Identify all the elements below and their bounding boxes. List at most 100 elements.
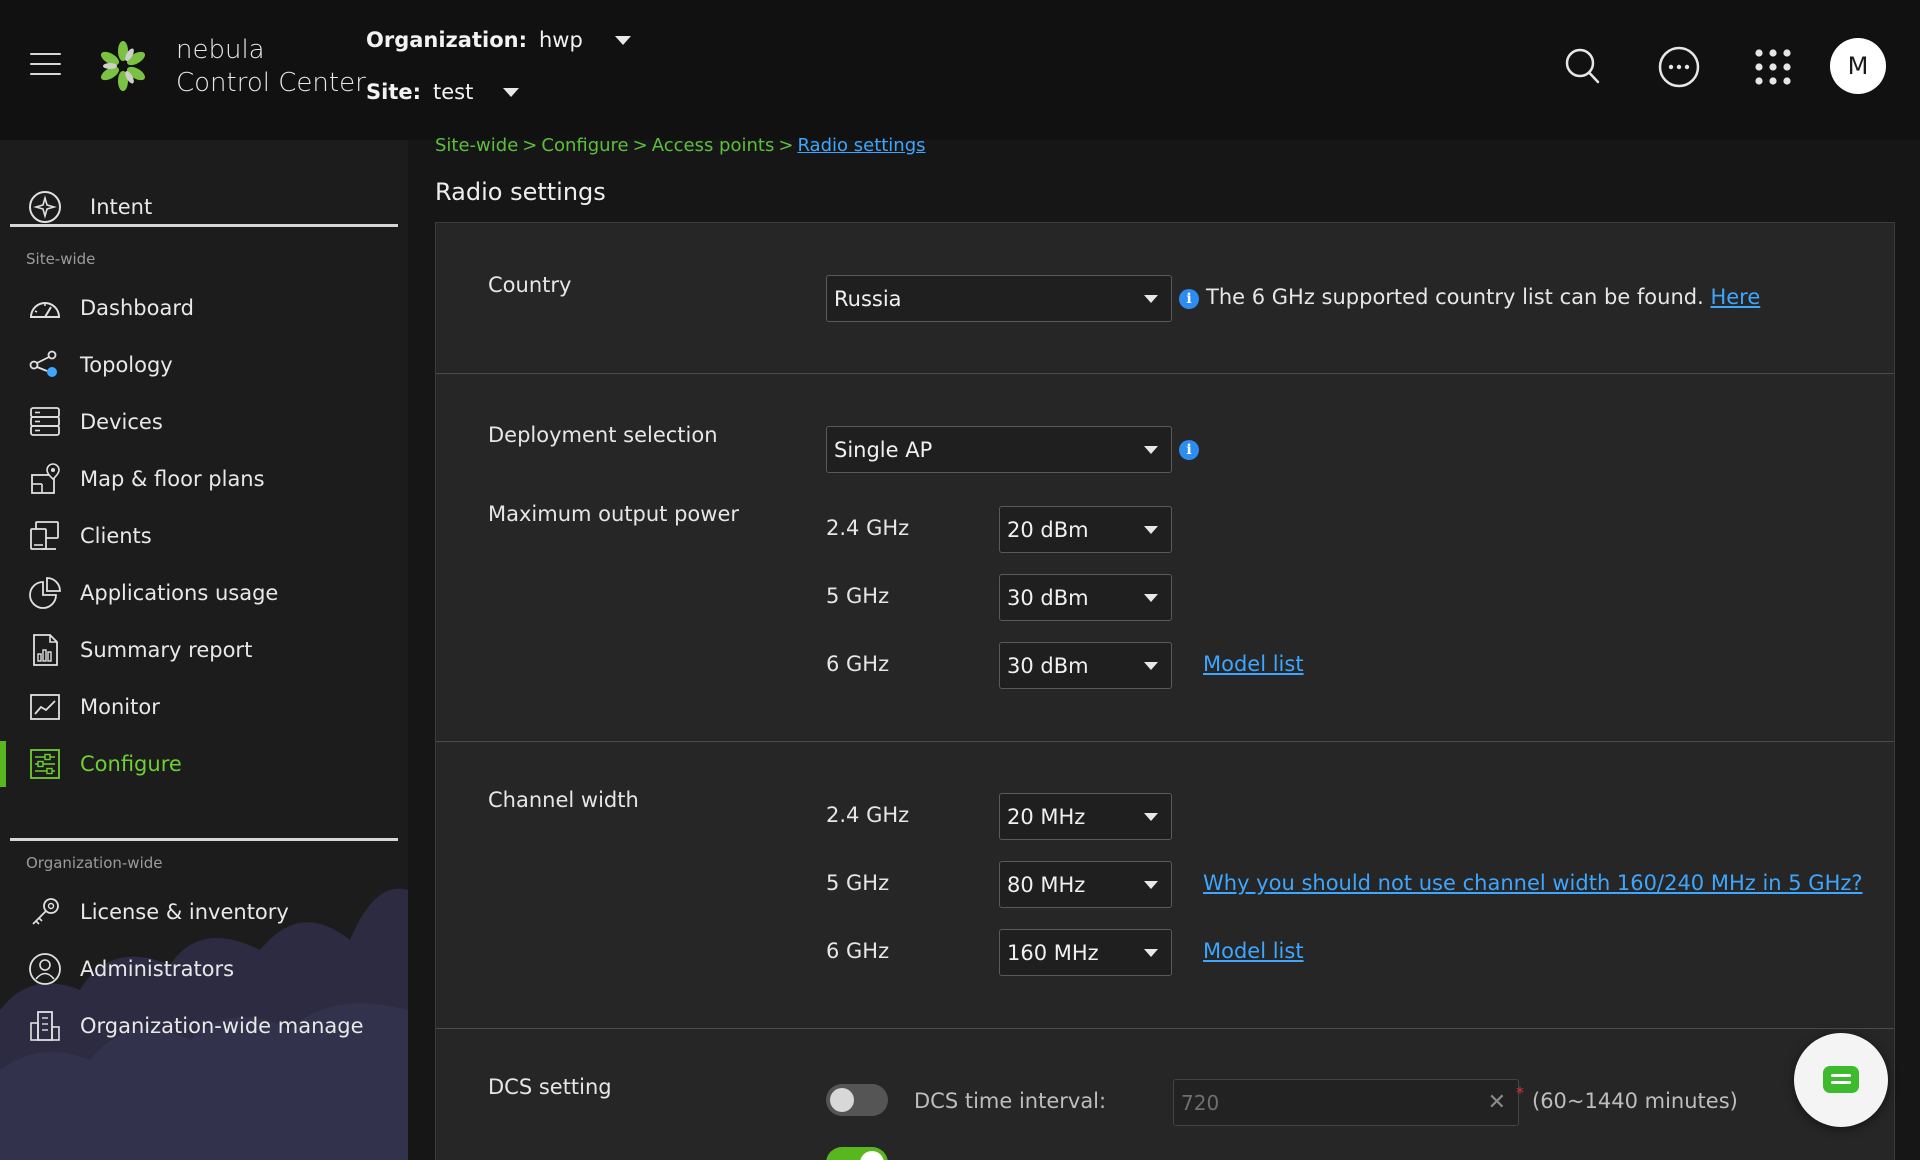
dcs-schedule-toggle[interactable] — [826, 1147, 888, 1160]
hamburger-menu-icon[interactable] — [30, 53, 61, 75]
site-label: Site: — [366, 80, 422, 104]
output-power-5-dropdown[interactable]: 30 dBm — [999, 574, 1172, 621]
output-power-6-dropdown[interactable]: 30 dBm — [999, 642, 1172, 689]
channel-width-5ghz-info-link[interactable]: Why you should not use channel width 160… — [1203, 871, 1863, 895]
clients-icon — [30, 521, 59, 550]
clear-icon[interactable]: ✕ — [1488, 1090, 1506, 1115]
output-power-2-4-dropdown[interactable]: 20 dBm — [999, 506, 1172, 553]
breadcrumb-radio-settings[interactable]: Radio settings — [797, 135, 925, 156]
output-power-model-list-link[interactable]: Model list — [1203, 652, 1304, 676]
sidebar-item-map-floor-plans[interactable]: Map & floor plans — [0, 454, 408, 504]
sidebar-item-label: Intent — [90, 195, 153, 219]
sidebar-item-summary-report[interactable]: Summary report — [0, 625, 408, 675]
breadcrumb: Site-wide > Configure > Access points > Radio … — [435, 135, 926, 156]
dcs-setting-label: DCS setting — [488, 1075, 612, 1099]
section-divider — [436, 1028, 1894, 1029]
output-power-band-2-4: 2.4 GHz — [826, 516, 910, 540]
key-icon — [32, 898, 59, 925]
caret-down-icon — [1144, 813, 1158, 821]
breadcrumb-separator: > — [522, 135, 538, 156]
map-icon — [31, 463, 60, 494]
caret-down-icon — [1144, 594, 1158, 602]
dcs-interval-input[interactable]: 720 ✕ — [1173, 1079, 1519, 1126]
sidebar-item-topology[interactable]: Topology — [0, 340, 408, 390]
dropdown-value: 20 MHz — [1007, 804, 1086, 829]
user-avatar[interactable]: M — [1830, 38, 1886, 94]
breadcrumb-configure[interactable]: Configure — [541, 135, 628, 156]
output-power-band-5: 5 GHz — [826, 584, 890, 608]
info-icon[interactable]: i — [1179, 440, 1199, 460]
breadcrumb-site-wide[interactable]: Site-wide — [435, 135, 518, 156]
active-indicator — [0, 741, 6, 787]
country-dropdown[interactable]: Russia — [826, 275, 1172, 322]
building-icon — [30, 1011, 60, 1041]
organization-label: Organization: — [366, 28, 527, 52]
organization-selector[interactable]: Organization: hwp — [366, 28, 631, 52]
section-label-organization-wide: Organization-wide — [26, 854, 163, 872]
channel-width-band-2-4: 2.4 GHz — [826, 803, 910, 827]
monitor-icon — [30, 694, 60, 720]
more-options-icon[interactable] — [1656, 44, 1702, 90]
country-value: Russia — [834, 286, 902, 311]
channel-width-2-4-dropdown[interactable]: 20 MHz — [999, 793, 1172, 840]
topology-icon — [29, 350, 57, 377]
dropdown-value: 160 MHz — [1007, 940, 1099, 965]
info-icon[interactable]: i — [1179, 289, 1199, 309]
breadcrumb-separator: > — [778, 135, 794, 156]
brand-line-2: Control Center — [176, 68, 366, 98]
channel-width-band-5: 5 GHz — [826, 871, 890, 895]
sidebar-item-organization-wide-manage[interactable]: Organization-wide manage — [0, 1001, 408, 1051]
report-icon — [33, 634, 58, 666]
country-here-link[interactable]: Here — [1710, 285, 1760, 309]
chat-bubble-icon — [1823, 1066, 1859, 1093]
country-hint-text: The 6 GHz supported country list can be … — [1206, 285, 1704, 309]
sidebar-item-label: Organization-wide manage — [80, 1014, 364, 1038]
caret-down-icon — [1144, 949, 1158, 957]
section-divider — [436, 741, 1894, 742]
caret-down-icon — [1144, 526, 1158, 534]
toggle-knob — [830, 1088, 854, 1112]
dropdown-value: 30 dBm — [1007, 585, 1089, 610]
deployment-dropdown[interactable]: Single AP — [826, 426, 1172, 473]
channel-width-model-list-link[interactable]: Model list — [1203, 939, 1304, 963]
caret-down-icon — [1144, 881, 1158, 889]
sidebar-item-label: Dashboard — [80, 296, 194, 320]
sidebar-item-label: Summary report — [80, 638, 253, 662]
output-power-label: Maximum output power — [488, 502, 739, 526]
channel-width-5-dropdown[interactable]: 80 MHz — [999, 861, 1172, 908]
page-title: Radio settings — [435, 178, 606, 206]
site-selector[interactable]: Site: test — [366, 80, 520, 104]
dashboard-icon — [29, 302, 61, 318]
settings-panel: Country Russia i The 6 GHz supported cou… — [435, 222, 1895, 1160]
sidebar-item-label: Clients — [80, 524, 152, 548]
breadcrumb-access-points[interactable]: Access points — [652, 135, 775, 156]
dcs-toggle[interactable] — [826, 1084, 888, 1116]
sidebar-item-monitor[interactable]: Monitor — [0, 682, 408, 732]
chat-support-button[interactable] — [1794, 1033, 1888, 1127]
sidebar-item-clients[interactable]: Clients — [0, 511, 408, 561]
channel-width-6-dropdown[interactable]: 160 MHz — [999, 929, 1172, 976]
sidebar: Intent Site-wide Dashboard Topology Devi… — [0, 140, 408, 1160]
sidebar-item-devices[interactable]: Devices — [0, 397, 408, 447]
sidebar-item-label: License & inventory — [80, 900, 289, 924]
sidebar-item-dashboard[interactable]: Dashboard — [0, 283, 408, 333]
sidebar-item-label: Map & floor plans — [80, 467, 265, 491]
caret-down-icon — [1144, 295, 1158, 303]
sidebar-item-license-inventory[interactable]: License & inventory — [0, 887, 408, 937]
output-power-band-6: 6 GHz — [826, 652, 890, 676]
sidebar-item-applications-usage[interactable]: Applications usage — [0, 568, 408, 618]
caret-down-icon — [1144, 662, 1158, 670]
site-value: test — [433, 80, 474, 104]
sidebar-item-configure[interactable]: Configure — [0, 739, 408, 789]
sidebar-item-label: Topology — [80, 353, 173, 377]
section-label-site-wide: Site-wide — [26, 250, 96, 268]
pie-chart-icon — [29, 577, 61, 609]
devices-icon — [30, 407, 60, 436]
search-icon[interactable] — [1560, 44, 1606, 90]
sidebar-item-administrators[interactable]: Administrators — [0, 944, 408, 994]
deployment-value: Single AP — [834, 437, 933, 462]
app-grid-icon[interactable] — [1750, 44, 1796, 90]
configure-icon — [30, 749, 60, 779]
top-header: nebula Control Center Organization: hwp … — [0, 0, 1920, 140]
channel-width-band-6: 6 GHz — [826, 939, 890, 963]
